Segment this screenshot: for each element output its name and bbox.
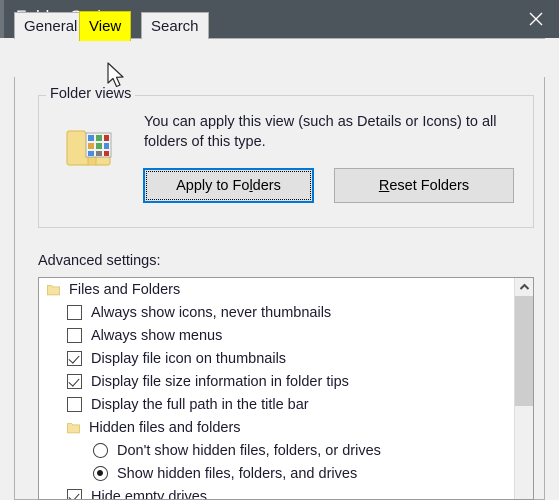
list-item-label: Don't show hidden files, folders, or dri…	[117, 442, 381, 459]
checkbox[interactable]	[67, 489, 82, 499]
advanced-settings-scrollbar[interactable]	[514, 278, 533, 499]
checkbox[interactable]	[67, 328, 82, 343]
advanced-settings-label: Advanced settings:	[38, 253, 161, 269]
reset-folders-button[interactable]: Reset Folders	[334, 168, 514, 203]
checkbox[interactable]	[67, 351, 82, 366]
radio-button[interactable]	[93, 443, 108, 458]
list-item-label: Display file icon on thumbnails	[91, 350, 287, 367]
list-item-label: Hide empty drives	[91, 488, 208, 500]
advanced-settings-list: Files and Folders Always show icons, neve…	[39, 278, 514, 499]
folder-views-description: You can apply this view (such as Details…	[144, 114, 497, 150]
close-icon[interactable]	[513, 0, 559, 38]
list-item-label: Files and Folders	[69, 281, 181, 298]
list-item[interactable]: Hidden files and folders	[39, 416, 514, 439]
checkbox[interactable]	[67, 397, 82, 412]
list-item-label: Show hidden files, folders, and drives	[117, 465, 358, 482]
tab-search[interactable]: Search	[141, 12, 209, 39]
scrollbar-thumb[interactable]	[515, 296, 533, 406]
list-item-label: Always show icons, never thumbnails	[91, 304, 332, 321]
window-left-edge	[0, 0, 4, 38]
radio-button[interactable]	[93, 466, 108, 481]
apply-to-folders-label: Apply to Folders	[176, 177, 281, 194]
list-item[interactable]: Hide empty drives	[39, 485, 514, 500]
list-item-label: Hidden files and folders	[89, 419, 241, 436]
tab-view[interactable]: View	[79, 11, 132, 41]
list-item[interactable]: Display file icon on thumbnails	[39, 347, 514, 370]
scrollbar-track[interactable]	[515, 406, 533, 499]
folder-icon	[67, 422, 80, 434]
list-item-label: Display the full path in the title bar	[91, 396, 309, 413]
list-item[interactable]: Display the full path in the title bar	[39, 393, 514, 416]
advanced-settings-listbox[interactable]: Files and Folders Always show icons, neve…	[38, 277, 534, 500]
list-item[interactable]: Files and Folders	[39, 278, 514, 301]
checkbox[interactable]	[67, 374, 82, 389]
list-item-label: Display file size information in folder …	[91, 373, 349, 390]
folder-views-group-title: Folder views	[46, 86, 136, 102]
list-item[interactable]: Don't show hidden files, folders, or dri…	[39, 439, 514, 462]
tab-general[interactable]: General	[14, 12, 88, 39]
list-item-label: Always show menus	[91, 327, 223, 344]
list-item[interactable]: Always show menus	[39, 324, 514, 347]
folder-icon	[47, 284, 60, 296]
checkbox[interactable]	[67, 305, 82, 320]
folder-with-thumbnails-icon	[66, 124, 114, 170]
chevron-up-icon[interactable]	[515, 278, 533, 296]
list-item[interactable]: Always show icons, never thumbnails	[39, 301, 514, 324]
list-item[interactable]: Show hidden files, folders, and drives	[39, 462, 514, 485]
list-item[interactable]: Display file size information in folder …	[39, 370, 514, 393]
apply-to-folders-button[interactable]: Apply to Folders	[143, 168, 314, 203]
folder-options-dialog: Folder Options General Search View Folde…	[0, 0, 559, 500]
reset-folders-label: Reset Folders	[378, 177, 470, 194]
